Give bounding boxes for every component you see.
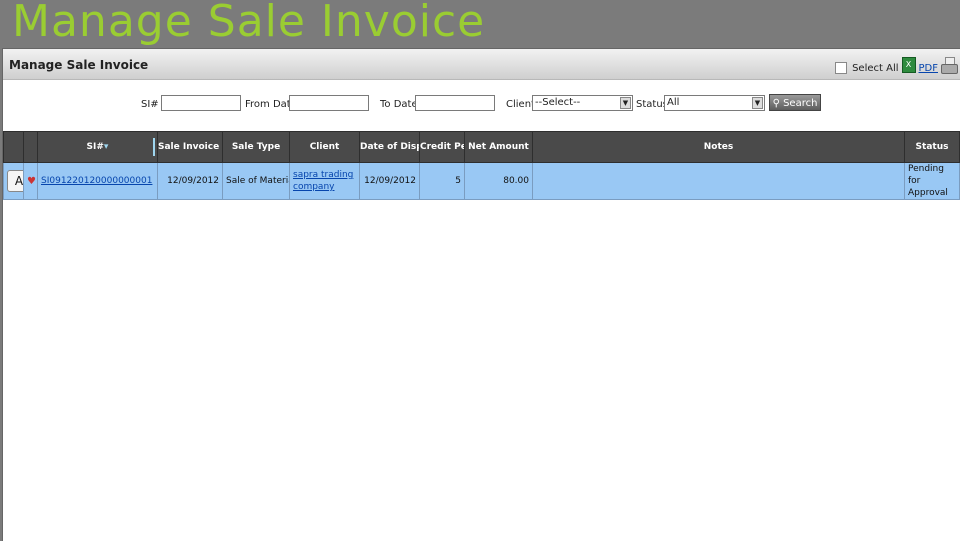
status-cell: Pending for Approval: [904, 162, 960, 200]
header-icon: [23, 131, 38, 163]
header-dispatch-date[interactable]: Date of Dispatch: [359, 131, 420, 163]
to-date-label: To Date: [380, 99, 418, 110]
search-icon: ⚲: [772, 98, 784, 109]
si-input[interactable]: [161, 95, 241, 111]
dispatch-date-cell: 12/09/2012: [359, 162, 420, 200]
table-header-row: SI#▾ Sale Invoice Date Sale Type Client …: [3, 131, 960, 163]
header-sale-type[interactable]: Sale Type: [222, 131, 290, 163]
client-link[interactable]: sapra trading company: [293, 170, 353, 192]
header-action: [3, 131, 24, 163]
table-row[interactable]: A ♥ SI091220120000000001 12/09/2012 Sale…: [3, 162, 960, 200]
header-net-amount[interactable]: Net Amount: [464, 131, 533, 163]
invoice-grid: SI#▾ Sale Invoice Date Sale Type Client …: [3, 131, 960, 200]
invoice-table: SI#▾ Sale Invoice Date Sale Type Client …: [3, 131, 960, 200]
header-invoice-date[interactable]: Sale Invoice Date: [157, 131, 223, 163]
shield-icon-cell: ♥: [23, 162, 38, 200]
net-amount-cell: 80.00: [464, 162, 533, 200]
client-select[interactable]: --Select-- ▼: [532, 95, 633, 111]
slide-title: Manage Sale Invoice: [12, 0, 486, 47]
sale-type-cell: Sale of Material: [222, 162, 290, 200]
from-date-input[interactable]: [289, 95, 369, 111]
filter-bar: SI# From Date To Date Client --Select-- …: [3, 80, 960, 132]
status-select[interactable]: All ▼: [664, 95, 765, 111]
excel-icon[interactable]: X: [901, 57, 916, 73]
header-si[interactable]: SI#▾: [37, 131, 158, 163]
panel-header: Manage Sale Invoice Select All X PDF: [3, 49, 960, 80]
client-label: Client: [506, 99, 535, 110]
search-button-label: Search: [783, 98, 818, 109]
header-client[interactable]: Client: [289, 131, 360, 163]
approve-button[interactable]: A: [7, 170, 23, 192]
credit-period-cell: 5: [419, 162, 465, 200]
to-date-input[interactable]: [415, 95, 495, 111]
select-all-checkbox[interactable]: [835, 62, 848, 74]
header-notes[interactable]: Notes: [532, 131, 905, 163]
si-label: SI#: [141, 99, 159, 110]
status-select-value: All: [667, 97, 680, 108]
invoice-panel: Manage Sale Invoice Select All X PDF SI#…: [2, 48, 960, 541]
pdf-link[interactable]: PDF: [919, 63, 938, 74]
search-button[interactable]: ⚲ Search: [769, 94, 821, 111]
printer-icon[interactable]: [941, 57, 958, 77]
notes-cell: [532, 162, 905, 200]
si-link[interactable]: SI091220120000000001: [41, 176, 152, 186]
header-status[interactable]: Status: [904, 131, 960, 163]
client-select-value: --Select--: [535, 97, 581, 108]
header-credit-period[interactable]: Credit Period: [419, 131, 465, 163]
chevron-down-icon[interactable]: ▼: [620, 97, 631, 109]
header-tools: Select All X PDF: [835, 51, 958, 77]
shield-icon[interactable]: ♥: [27, 176, 36, 187]
sort-desc-icon: ▾: [103, 142, 109, 152]
chevron-down-icon[interactable]: ▼: [752, 97, 763, 109]
si-cell: SI091220120000000001: [37, 162, 158, 200]
panel-title: Manage Sale Invoice: [9, 58, 149, 72]
invoice-date-cell: 12/09/2012: [157, 162, 223, 200]
action-cell: A: [3, 162, 24, 200]
select-all-label: Select All: [852, 63, 899, 74]
client-cell: sapra trading company: [289, 162, 360, 200]
